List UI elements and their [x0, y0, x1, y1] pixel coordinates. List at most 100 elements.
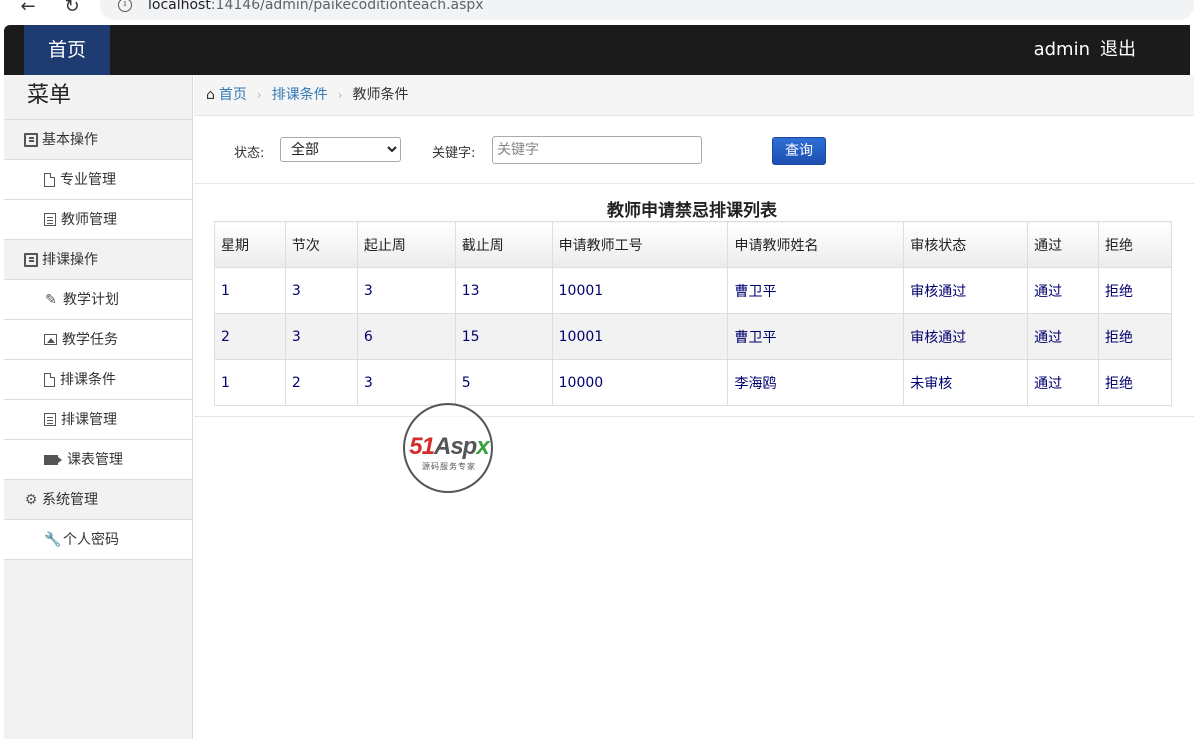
data-table-wrapper: 星期 节次 起止周 截止周 申请教师工号 申请教师姓名 审核状态 通过 拒绝 1…	[214, 221, 1172, 406]
reload-icon[interactable]: ↻	[60, 0, 84, 18]
menu-item-label: 教师管理	[61, 211, 117, 228]
cell-end-week: 13	[454, 267, 553, 314]
reject-link[interactable]: 拒绝	[1098, 359, 1172, 406]
home-icon: ⌂	[206, 87, 215, 103]
browser-toolbar: ← ↻ i localhost:14146/admin/paikecoditio…	[0, 0, 1194, 25]
reject-link[interactable]: 拒绝	[1098, 313, 1172, 360]
cell-start-week: 3	[356, 267, 456, 314]
table-row: 2 3 6 15 10001 曹卫平 审核通过 通过 拒绝	[214, 313, 1172, 360]
cell-review-status: 审核通过	[903, 313, 1029, 360]
list-icon	[44, 413, 56, 426]
status-label: 状态:	[234, 146, 265, 161]
menu-item-teacher[interactable]: 教师管理	[4, 200, 192, 240]
table-title: 教师申请禁忌排课列表	[607, 201, 777, 221]
home-nav-button[interactable]: 首页	[24, 25, 110, 75]
cell-period: 3	[284, 267, 358, 314]
menu-item-schedule-condition[interactable]: 排课条件	[4, 360, 192, 400]
cell-review-status: 未审核	[903, 359, 1029, 406]
cell-start-week: 6	[356, 313, 456, 360]
keyword-input[interactable]	[492, 136, 702, 164]
table-row: 1 2 3 5 10000 李海鸥 未审核 通过 拒绝	[214, 359, 1172, 406]
keyword-label: 关键字:	[432, 146, 476, 161]
col-header-reject: 拒绝	[1098, 221, 1172, 268]
pen-icon: ✎	[45, 291, 57, 308]
menu-group-label: 基本操作	[42, 131, 98, 148]
teacher-condition-table: 星期 节次 起止周 截止周 申请教师工号 申请教师姓名 审核状态 通过 拒绝 1…	[214, 221, 1172, 406]
col-header-end-week: 截止周	[454, 221, 553, 268]
cell-teacher-id: 10001	[551, 313, 729, 360]
book-icon	[24, 252, 38, 267]
divider	[194, 416, 1194, 417]
app-header: 首页 admin 退出	[4, 25, 1190, 75]
menu-item-teaching-task[interactable]: 教学任务	[4, 320, 192, 360]
list-icon	[44, 213, 56, 226]
watermark-tagline: 源码服务专家	[422, 462, 476, 471]
menu-item-schedule-manage[interactable]: 排课管理	[4, 400, 192, 440]
menu-item-label: 课表管理	[67, 451, 123, 468]
cell-start-week: 3	[356, 359, 456, 406]
wrench-icon: 🔧	[44, 531, 62, 548]
approve-link[interactable]: 通过	[1027, 359, 1100, 406]
cell-teacher-id: 10000	[551, 359, 729, 406]
main-content: ⌂ 首页 › 排课条件 › 教师条件 状态: 全部 关键字: 查询 教师申请禁忌…	[194, 75, 1194, 739]
menu-group-system[interactable]: ⚙ 系统管理	[4, 480, 192, 520]
col-header-start-week: 起止周	[356, 221, 456, 268]
cell-weekday: 1	[214, 359, 286, 406]
breadcrumb-home[interactable]: 首页	[219, 75, 247, 115]
cell-teacher-name: 曹卫平	[727, 313, 905, 360]
logout-link[interactable]: 退出	[1100, 25, 1136, 75]
cell-period: 2	[284, 359, 358, 406]
menu-item-label: 专业管理	[60, 171, 116, 188]
approve-link[interactable]: 通过	[1027, 313, 1100, 360]
col-header-teacher-name: 申请教师姓名	[727, 221, 905, 268]
cell-review-status: 审核通过	[903, 267, 1029, 314]
menu-group-basic[interactable]: 基本操作	[4, 120, 192, 160]
menu-group-label: 系统管理	[42, 491, 98, 508]
status-select[interactable]: 全部	[280, 137, 401, 162]
watermark-brand: 51Aspx	[409, 433, 489, 460]
cell-weekday: 1	[214, 267, 286, 314]
chevron-right-icon: ›	[337, 88, 343, 102]
breadcrumb: ⌂ 首页 › 排课条件 › 教师条件	[194, 75, 1194, 116]
cell-teacher-id: 10001	[551, 267, 729, 314]
menu-group-label: 排课操作	[42, 251, 98, 268]
menu-item-password[interactable]: 🔧 个人密码	[4, 520, 192, 560]
filter-bar: 状态: 全部 关键字: 查询	[194, 116, 1194, 184]
menu-group-schedule[interactable]: 排课操作	[4, 240, 192, 280]
username-link[interactable]: admin	[1034, 25, 1090, 75]
cell-teacher-name: 曹卫平	[727, 267, 905, 314]
col-header-period: 节次	[284, 221, 358, 268]
cell-period: 3	[284, 313, 358, 360]
cell-weekday: 2	[214, 313, 286, 360]
reject-link[interactable]: 拒绝	[1098, 267, 1172, 314]
menu-item-label: 教学任务	[62, 331, 118, 348]
table-header-row: 星期 节次 起止周 截止周 申请教师工号 申请教师姓名 审核状态 通过 拒绝	[214, 221, 1172, 268]
approve-link[interactable]: 通过	[1027, 267, 1100, 314]
book-icon	[24, 132, 38, 147]
menu-title: 菜单	[4, 75, 192, 120]
menu-item-timetable[interactable]: 课表管理	[4, 440, 192, 480]
menu-item-label: 排课条件	[60, 371, 116, 388]
search-button[interactable]: 查询	[772, 137, 826, 165]
file-icon	[44, 372, 55, 387]
menu-item-teaching-plan[interactable]: ✎ 教学计划	[4, 280, 192, 320]
file-icon	[44, 172, 55, 187]
col-header-review-status: 审核状态	[903, 221, 1029, 268]
picture-icon	[44, 334, 57, 345]
menu-item-label: 排课管理	[61, 411, 117, 428]
cell-end-week: 15	[454, 313, 553, 360]
cell-end-week: 5	[454, 359, 553, 406]
back-arrow-icon[interactable]: ←	[16, 0, 40, 18]
breadcrumb-parent[interactable]: 排课条件	[272, 75, 328, 115]
col-header-weekday: 星期	[214, 221, 286, 268]
video-camera-icon	[44, 454, 62, 465]
chevron-right-icon: ›	[256, 88, 262, 102]
table-row: 1 3 3 13 10001 曹卫平 审核通过 通过 拒绝	[214, 267, 1172, 314]
gear-icon: ⚙	[24, 491, 38, 508]
col-header-approve: 通过	[1027, 221, 1100, 268]
menu-item-label: 个人密码	[63, 531, 119, 548]
menu-item-major[interactable]: 专业管理	[4, 160, 192, 200]
col-header-teacher-id: 申请教师工号	[551, 221, 729, 268]
url-text[interactable]: localhost:14146/admin/paikecoditionteach…	[148, 0, 484, 13]
menu-item-label: 教学计划	[63, 291, 119, 308]
